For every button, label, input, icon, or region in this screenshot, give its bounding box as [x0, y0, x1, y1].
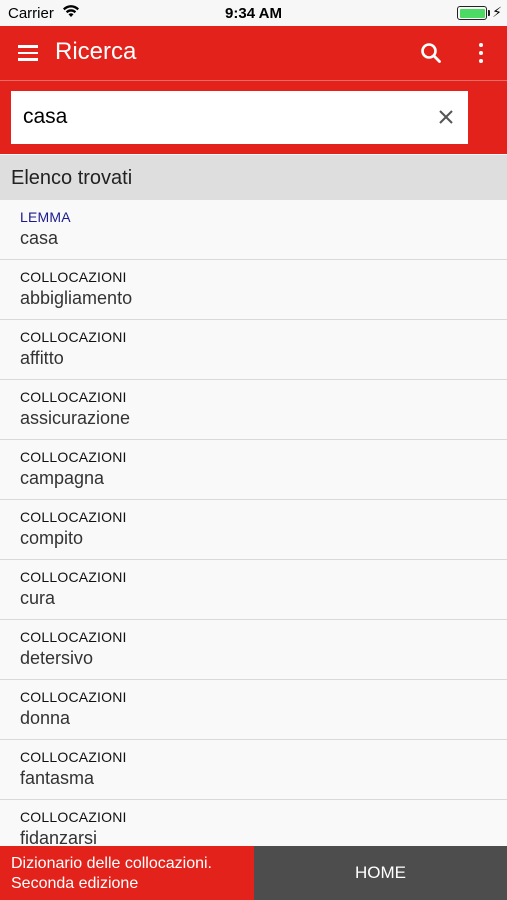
list-item-term: casa: [20, 228, 59, 248]
list-item[interactable]: COLLOCAZIONI donna: [0, 680, 507, 740]
list-item-term: compito: [20, 528, 84, 548]
list-item[interactable]: COLLOCAZIONI fidanzarsi: [0, 800, 507, 846]
charging-bolt-icon: ⚡︎: [492, 4, 502, 20]
list-item[interactable]: COLLOCAZIONI compito: [0, 500, 507, 560]
search-input[interactable]: casa: [11, 91, 468, 144]
page-title: Ricerca: [55, 38, 137, 65]
list-item-term: fantasma: [20, 768, 95, 788]
list-item-category: COLLOCAZIONI: [20, 449, 127, 465]
list-item-category: COLLOCAZIONI: [20, 809, 127, 825]
dictionary-button[interactable]: Dizionario delle collocazioni. Seconda e…: [0, 846, 254, 900]
list-item[interactable]: COLLOCAZIONI abbigliamento: [0, 260, 507, 320]
list-item[interactable]: COLLOCAZIONI affitto: [0, 320, 507, 380]
more-vert-icon[interactable]: [467, 39, 495, 67]
list-item-category: COLLOCAZIONI: [20, 329, 127, 345]
dictionary-title-line1: Dizionario delle collocazioni.: [11, 855, 212, 872]
list-item[interactable]: COLLOCAZIONI detersivo: [0, 620, 507, 680]
list-item[interactable]: COLLOCAZIONI fantasma: [0, 740, 507, 800]
list-item[interactable]: COLLOCAZIONI campagna: [0, 440, 507, 500]
list-item-term: fidanzarsi: [20, 828, 98, 846]
results-list[interactable]: LEMMA casa COLLOCAZIONI abbigliamento CO…: [0, 200, 507, 846]
dictionary-title-line2: Seconda edizione: [11, 875, 139, 892]
list-item[interactable]: COLLOCAZIONI assicurazione: [0, 380, 507, 440]
list-item-term: campagna: [20, 468, 105, 488]
search-input-value: casa: [23, 105, 68, 128]
list-item[interactable]: COLLOCAZIONI cura: [0, 560, 507, 620]
list-item-term: detersivo: [20, 648, 94, 668]
list-item-category: COLLOCAZIONI: [20, 569, 127, 585]
search-icon[interactable]: [417, 39, 445, 67]
list-item-category: COLLOCAZIONI: [20, 689, 127, 705]
list-item-term: affitto: [20, 348, 64, 368]
list-item-term: donna: [20, 708, 71, 728]
home-button[interactable]: HOME: [254, 846, 507, 900]
list-item-category: LEMMA: [20, 209, 71, 225]
list-item-term: assicurazione: [20, 408, 131, 428]
search-band: casa: [0, 81, 507, 154]
list-item-term: abbigliamento: [20, 288, 133, 308]
results-header: Elenco trovati: [0, 155, 507, 200]
menu-icon[interactable]: [12, 37, 44, 69]
bottom-bar: Dizionario delle collocazioni. Seconda e…: [0, 846, 507, 900]
app-bar: Ricerca: [0, 26, 507, 80]
list-item-category: COLLOCAZIONI: [20, 509, 127, 525]
list-item-term: cura: [20, 588, 56, 608]
list-item-category: COLLOCAZIONI: [20, 269, 127, 285]
list-item-category: COLLOCAZIONI: [20, 629, 127, 645]
clock: 9:34 AM: [225, 5, 282, 22]
list-item-category: COLLOCAZIONI: [20, 749, 127, 765]
results-header-label: Elenco trovati: [11, 167, 133, 189]
list-item[interactable]: LEMMA casa: [0, 200, 507, 260]
battery-tip: [488, 10, 490, 16]
battery-icon: [457, 6, 487, 20]
close-icon[interactable]: [434, 105, 458, 129]
status-bar: Carrier 9:34 AM ⚡︎: [0, 0, 507, 26]
list-item-category: COLLOCAZIONI: [20, 389, 127, 405]
